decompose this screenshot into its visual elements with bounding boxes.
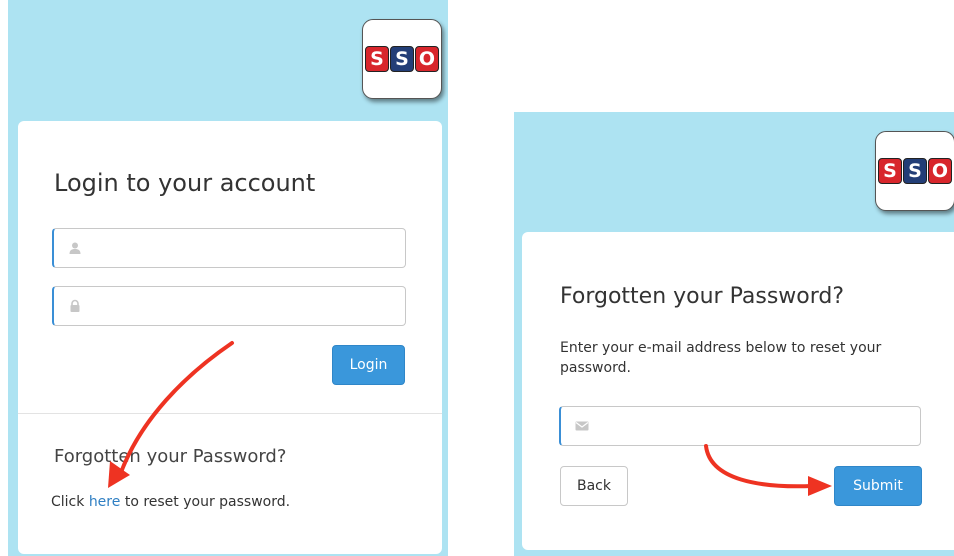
envelope-icon — [575, 421, 589, 431]
logo-letter: S — [390, 46, 414, 72]
logo-letter: S — [878, 158, 902, 184]
annotation-arrow — [108, 341, 234, 488]
logo-letter: S — [903, 158, 927, 184]
annotation-arrow — [704, 444, 832, 496]
email-instructions: Enter your e-mail address below to reset… — [560, 340, 882, 376]
logo-letter: O — [928, 158, 952, 184]
reset-prefix: Click — [51, 494, 89, 510]
password-input[interactable] — [52, 286, 406, 326]
sso-logo: S S O — [362, 19, 442, 99]
logo-letter: S — [365, 46, 389, 72]
username-input[interactable] — [52, 228, 406, 268]
lock-icon — [70, 299, 80, 312]
sso-logo: S S O — [875, 131, 954, 211]
page-title: Forgotten your Password? — [560, 284, 845, 309]
user-icon — [69, 242, 81, 254]
logo-letter: O — [415, 46, 439, 72]
submit-button[interactable]: Submit — [834, 466, 922, 506]
back-button[interactable]: Back — [560, 466, 628, 506]
page-title: Login to your account — [54, 169, 316, 197]
login-button[interactable]: Login — [332, 345, 405, 385]
forgot-password-card: Forgotten your Password? Enter your e-ma… — [522, 232, 954, 550]
